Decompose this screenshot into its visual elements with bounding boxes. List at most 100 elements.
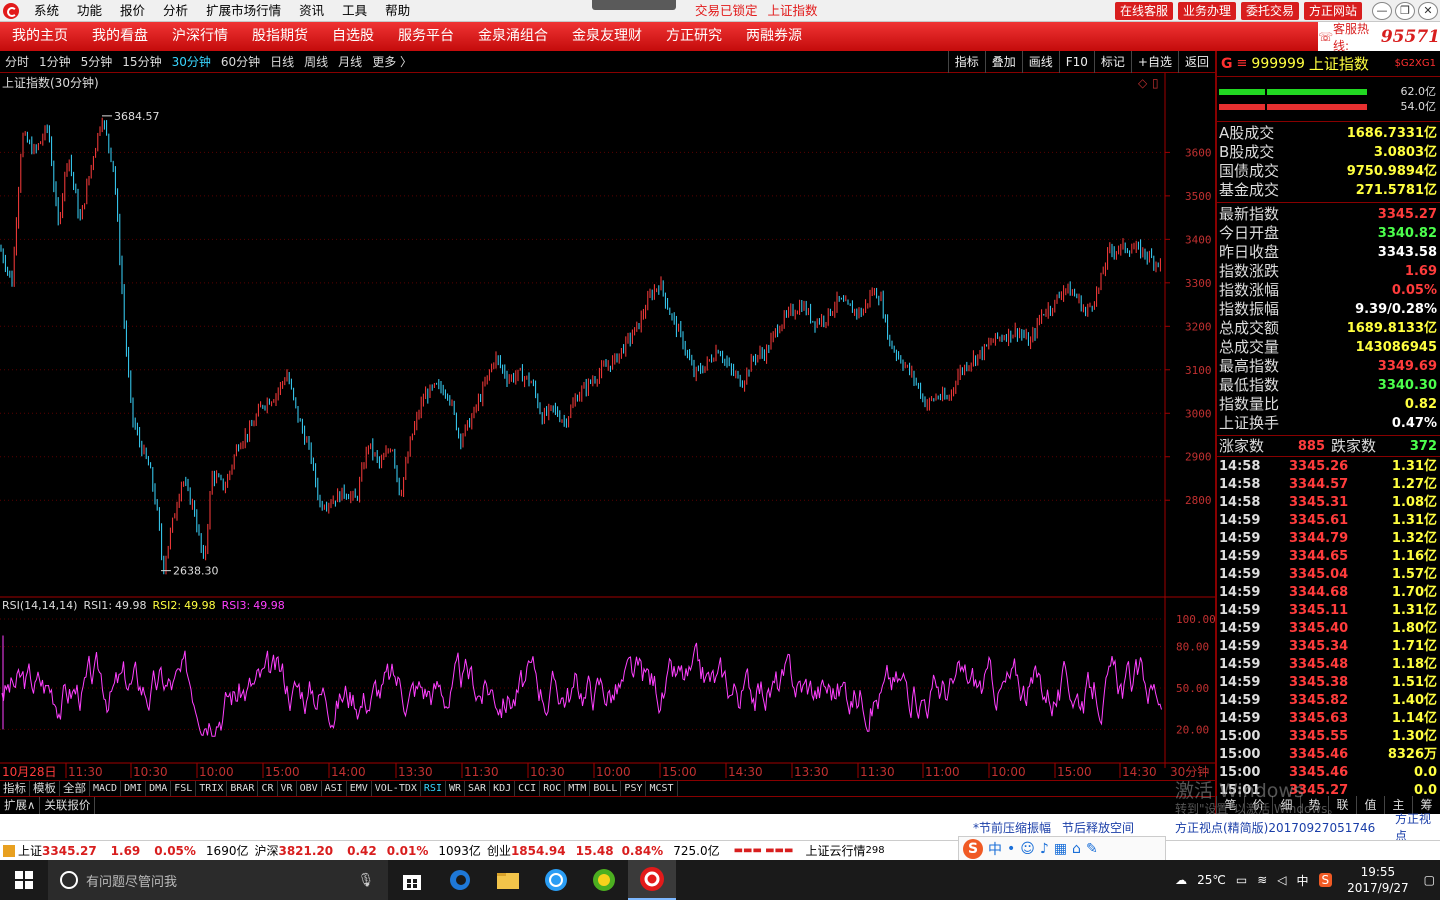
voice-icon[interactable]: ♪ (1040, 841, 1049, 857)
online-service-button[interactable]: 在线客服 (1114, 2, 1173, 20)
indicator-obv[interactable]: OBV (297, 781, 322, 796)
explorer-app[interactable] (484, 860, 532, 900)
indicator-brar[interactable]: BRAR (227, 781, 259, 796)
indicator-模板[interactable]: 模板 (30, 781, 60, 796)
indicator-cci[interactable]: CCI (515, 781, 541, 796)
news-link-1[interactable]: *节前压缩振幅 (973, 819, 1051, 836)
cloud-quote[interactable]: 上证云行情 (805, 842, 865, 859)
sogou-tray-icon[interactable]: S (1318, 873, 1333, 887)
period-4[interactable]: 30分钟 (167, 53, 216, 70)
nav-market[interactable]: 沪深行情 (160, 22, 240, 51)
period-7[interactable]: 周线 (299, 53, 333, 70)
nav-service[interactable]: 服务平台 (386, 22, 466, 51)
indicator-dma[interactable]: DMA (146, 781, 172, 796)
notification-icon[interactable]: ▢ (1424, 873, 1435, 887)
indicator-asi[interactable]: ASI (322, 781, 347, 796)
nav-favorites[interactable]: 自选股 (320, 22, 386, 51)
news-link-4[interactable]: 方正视点 (1395, 810, 1440, 844)
indicator-roc[interactable]: ROC (540, 781, 566, 796)
indicator-boll[interactable]: BOLL (590, 781, 622, 796)
indicator-mtm[interactable]: MTM (565, 781, 591, 796)
news-link-3[interactable]: 方正视点(精简版)20170927051746 (1175, 819, 1375, 836)
store-app[interactable] (388, 860, 436, 900)
skin-icon[interactable]: ⌂ (1072, 841, 1081, 857)
trade-button[interactable]: 委托交易 (1240, 2, 1299, 20)
menu-function[interactable]: 功能 (68, 0, 111, 22)
chart-tool-4[interactable]: 标记 (1093, 51, 1131, 73)
indicator-rsi[interactable]: RSI (421, 781, 446, 796)
menu-help[interactable]: 帮助 (376, 0, 419, 22)
period-6[interactable]: 日线 (265, 53, 299, 70)
indicator-sar[interactable]: SAR (465, 781, 491, 796)
nav-margin[interactable]: 两融券源 (734, 22, 814, 51)
news-link-2[interactable]: 节后释放空间 (1062, 819, 1134, 836)
indicator-vol-tdx[interactable]: VOL-TDX (372, 781, 421, 796)
microphone-icon[interactable]: 🎙 (357, 873, 374, 888)
restore-icon[interactable]: ❐ (1395, 2, 1415, 20)
chart-tool-1[interactable]: 叠加 (984, 51, 1022, 73)
nav-finance[interactable]: 金泉友理财 (560, 22, 654, 51)
website-button[interactable]: 方正网站 (1303, 2, 1362, 20)
indicator-fsl[interactable]: FSL (171, 781, 197, 796)
clock[interactable]: 19:55 2017/9/27 (1347, 864, 1409, 896)
close-icon[interactable]: ✕ (1418, 2, 1438, 20)
kline-chart[interactable]: 上证指数(30分钟) ◇ ▯ 3600 3500 3400 3300 3200 3100 3000… (0, 73, 1215, 780)
period-1[interactable]: 1分钟 (34, 53, 76, 70)
chart-tool-0[interactable]: 指标 (947, 51, 985, 73)
chart-tool-3[interactable]: F10 (1058, 51, 1094, 73)
indicator-指标[interactable]: 指标 (0, 781, 30, 796)
nav-futures[interactable]: 股指期货 (240, 22, 320, 51)
period-9[interactable]: 更多 〉 (367, 53, 417, 70)
menu-ext-market[interactable]: 扩展市场行情 (197, 0, 290, 22)
indicator-mcst[interactable]: MCST (646, 781, 678, 796)
emoji-icon[interactable]: ☺ (1020, 841, 1035, 857)
menu-icon[interactable]: ≡ (1237, 56, 1248, 71)
indicator-cr[interactable]: CR (258, 781, 278, 796)
panel-tab-5[interactable]: 值 (1356, 796, 1384, 814)
expand-button[interactable]: 扩展∧ (0, 797, 41, 814)
indicator-dmi[interactable]: DMI (121, 781, 147, 796)
menu-quote[interactable]: 报价 (111, 0, 154, 22)
menu-info[interactable]: 资讯 (290, 0, 333, 22)
start-button[interactable] (0, 860, 48, 900)
keyboard-icon[interactable]: ▦ (1054, 841, 1067, 857)
ime-mode[interactable]: 中 (988, 839, 1002, 859)
cortana-search[interactable]: 有问题尽管问我 🎙 (48, 860, 388, 900)
minimize-icon[interactable]: — (1372, 2, 1392, 20)
indicator-trix[interactable]: TRIX (196, 781, 228, 796)
menu-analysis[interactable]: 分析 (154, 0, 197, 22)
menu-system[interactable]: 系统 (25, 0, 68, 22)
trade-lock-status[interactable]: 交易已锁定 (695, 3, 758, 18)
chart-tool-5[interactable]: +自选 (1130, 51, 1178, 73)
nav-watch[interactable]: 我的看盘 (80, 22, 160, 51)
indicator-vr[interactable]: VR (278, 781, 297, 796)
tool-icon[interactable]: ✎ (1086, 841, 1098, 857)
window-icon[interactable]: ▯ (1152, 76, 1159, 90)
battery-icon[interactable]: ▭ (1236, 873, 1247, 887)
browser-app[interactable] (580, 860, 628, 900)
related-quote-tab[interactable]: 关联报价 (40, 797, 96, 814)
indicator-wr[interactable]: WR (446, 781, 466, 796)
ie-app[interactable] (532, 860, 580, 900)
period-3[interactable]: 15分钟 (117, 53, 166, 70)
language-indicator[interactable]: 中 (1296, 872, 1308, 889)
indicator-kdj[interactable]: KDJ (490, 781, 516, 796)
toolbar-grip[interactable] (592, 0, 676, 10)
sogou-icon[interactable]: S (963, 839, 983, 859)
nav-research[interactable]: 方正研究 (654, 22, 734, 51)
indicator-全部[interactable]: 全部 (60, 781, 90, 796)
indicator-macd[interactable]: MACD (90, 781, 122, 796)
founder-app[interactable] (628, 860, 676, 900)
period-5[interactable]: 60分钟 (216, 53, 265, 70)
indicator-psy[interactable]: PSY (621, 781, 647, 796)
nav-home[interactable]: 我的主页 (0, 22, 80, 51)
edge-app[interactable] (436, 860, 484, 900)
menu-tools[interactable]: 工具 (333, 0, 376, 22)
business-button[interactable]: 业务办理 (1177, 2, 1236, 20)
tick-list[interactable]: 14:58 3345.26 1.31亿 14:58 3344.57 1.27亿 14:58 3… (1217, 457, 1440, 800)
chart-tool-6[interactable]: 返回 (1177, 51, 1215, 73)
period-8[interactable]: 月线 (333, 53, 367, 70)
volume-icon[interactable]: ◁ (1277, 873, 1286, 887)
period-2[interactable]: 5分钟 (76, 53, 118, 70)
diamond-icon[interactable]: ◇ (1138, 76, 1148, 90)
